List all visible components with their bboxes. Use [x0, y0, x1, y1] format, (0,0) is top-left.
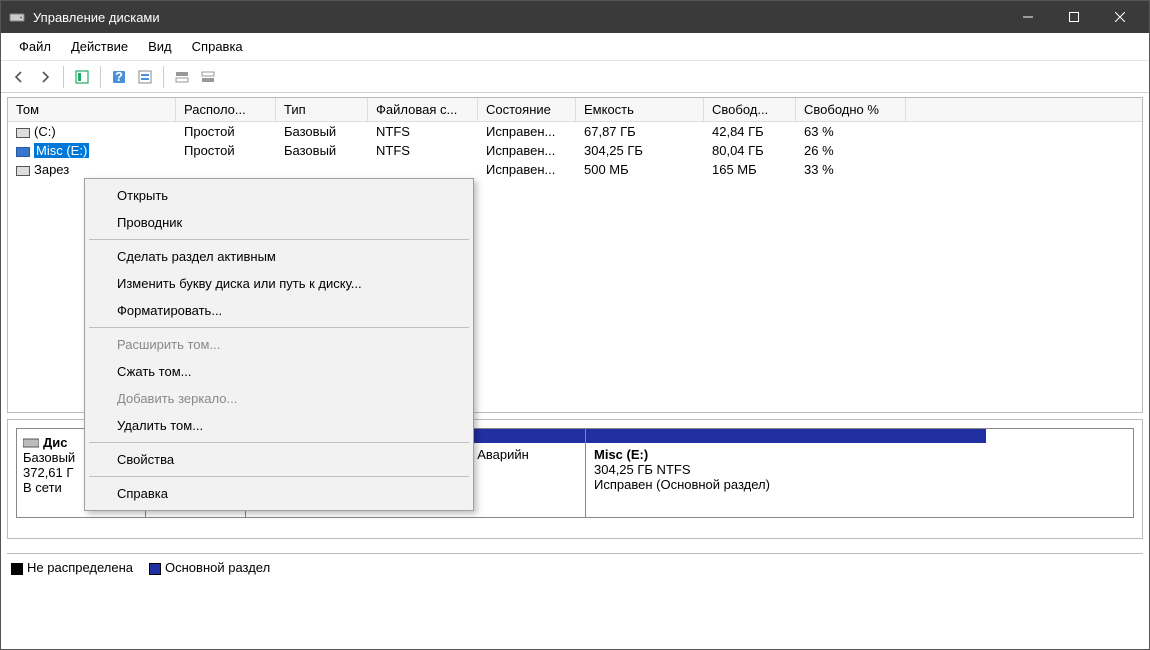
menu-separator — [89, 442, 469, 443]
volume-name: Зарез — [34, 162, 69, 177]
partition[interactable]: Misc (E:)304,25 ГБ NTFSИсправен (Основно… — [586, 429, 986, 517]
back-button[interactable] — [7, 65, 31, 89]
volume-fs — [368, 160, 478, 179]
partition-status: Исправен (Основной раздел) — [594, 477, 978, 492]
volume-free: 165 МБ — [704, 160, 796, 179]
volume-freepct: 26 % — [796, 141, 906, 160]
drive-icon — [16, 166, 30, 176]
col-free[interactable]: Свобод... — [704, 98, 796, 121]
swatch-black-icon — [11, 563, 23, 575]
context-menu-item[interactable]: Изменить букву диска или путь к диску... — [87, 270, 471, 297]
partition-stripe — [586, 429, 986, 443]
col-status[interactable]: Состояние — [478, 98, 576, 121]
volume-capacity: 67,87 ГБ — [576, 122, 704, 141]
menu-file[interactable]: Файл — [9, 35, 61, 58]
separator — [63, 66, 64, 88]
volume-free: 80,04 ГБ — [704, 141, 796, 160]
toolbar: ? — [1, 61, 1149, 93]
help-button[interactable]: ? — [107, 65, 131, 89]
col-type[interactable]: Тип — [276, 98, 368, 121]
volume-status: Исправен... — [478, 122, 576, 141]
swatch-blue-icon — [149, 563, 161, 575]
menu-help[interactable]: Справка — [182, 35, 253, 58]
context-menu-item[interactable]: Форматировать... — [87, 297, 471, 324]
svg-text:?: ? — [115, 69, 123, 84]
volume-capacity: 500 МБ — [576, 160, 704, 179]
view-bottom-button[interactable] — [196, 65, 220, 89]
maximize-button[interactable] — [1051, 1, 1097, 33]
title-bar: Управление дисками — [1, 1, 1149, 33]
context-menu-item: Расширить том... — [87, 331, 471, 358]
settings-button[interactable] — [133, 65, 157, 89]
volume-row[interactable]: Misc (E:) ПростойБазовыйNTFSИсправен...30… — [8, 141, 1142, 160]
volume-type: Базовый — [276, 141, 368, 160]
volume-freepct: 63 % — [796, 122, 906, 141]
minimize-button[interactable] — [1005, 1, 1051, 33]
menu-view[interactable]: Вид — [138, 35, 182, 58]
view-top-button[interactable] — [170, 65, 194, 89]
menu-bar: Файл Действие Вид Справка — [1, 33, 1149, 61]
separator — [163, 66, 164, 88]
separator — [100, 66, 101, 88]
col-layout[interactable]: Располо... — [176, 98, 276, 121]
volume-status: Исправен... — [478, 160, 576, 179]
col-fs[interactable]: Файловая с... — [368, 98, 478, 121]
disk-name: Дис — [43, 435, 67, 450]
context-menu-item[interactable]: Справка — [87, 480, 471, 507]
context-menu-item[interactable]: Сделать раздел активным — [87, 243, 471, 270]
table-header: Том Располо... Тип Файловая с... Состоян… — [8, 98, 1142, 122]
context-menu-item[interactable]: Удалить том... — [87, 412, 471, 439]
partition-name: Misc (E:) — [594, 447, 978, 462]
volume-type: Базовый — [276, 122, 368, 141]
partition-size: 304,25 ГБ NTFS — [594, 462, 978, 477]
volume-capacity: 304,25 ГБ — [576, 141, 704, 160]
volume-layout: Простой — [176, 141, 276, 160]
context-menu-item[interactable]: Открыть — [87, 182, 471, 209]
menu-action[interactable]: Действие — [61, 35, 138, 58]
legend-unallocated: Не распределена — [11, 560, 133, 575]
drive-icon — [16, 147, 30, 157]
volume-free: 42,84 ГБ — [704, 122, 796, 141]
volume-fs: NTFS — [368, 141, 478, 160]
app-icon — [9, 9, 25, 25]
context-menu-item[interactable]: Проводник — [87, 209, 471, 236]
legend-primary: Основной раздел — [149, 560, 270, 575]
context-menu-item[interactable]: Сжать том... — [87, 358, 471, 385]
disk-icon — [23, 437, 39, 449]
context-menu-item[interactable]: Свойства — [87, 446, 471, 473]
volume-fs: NTFS — [368, 122, 478, 141]
close-button[interactable] — [1097, 1, 1143, 33]
volume-status: Исправен... — [478, 141, 576, 160]
menu-separator — [89, 476, 469, 477]
volume-row[interactable]: (C:) ПростойБазовыйNTFSИсправен...67,87 Г… — [8, 122, 1142, 141]
context-menu: ОткрытьПроводник Сделать раздел активнымИ… — [84, 178, 474, 511]
volume-freepct: 33 % — [796, 160, 906, 179]
refresh-button[interactable] — [70, 65, 94, 89]
volume-row[interactable]: Зарез Исправен...500 МБ165 МБ33 % — [8, 160, 1142, 179]
menu-separator — [89, 239, 469, 240]
volume-layout: Простой — [176, 122, 276, 141]
volume-name: Misc (E:) — [34, 143, 89, 158]
window-title: Управление дисками — [33, 10, 1005, 25]
legend: Не распределена Основной раздел — [7, 553, 1143, 581]
drive-icon — [16, 128, 30, 138]
col-capacity[interactable]: Емкость — [576, 98, 704, 121]
volume-type — [276, 160, 368, 179]
col-freepct[interactable]: Свободно % — [796, 98, 906, 121]
volume-layout — [176, 160, 276, 179]
context-menu-item: Добавить зеркало... — [87, 385, 471, 412]
col-volume[interactable]: Том — [8, 98, 176, 121]
forward-button[interactable] — [33, 65, 57, 89]
volume-name: (C:) — [34, 124, 56, 139]
menu-separator — [89, 327, 469, 328]
